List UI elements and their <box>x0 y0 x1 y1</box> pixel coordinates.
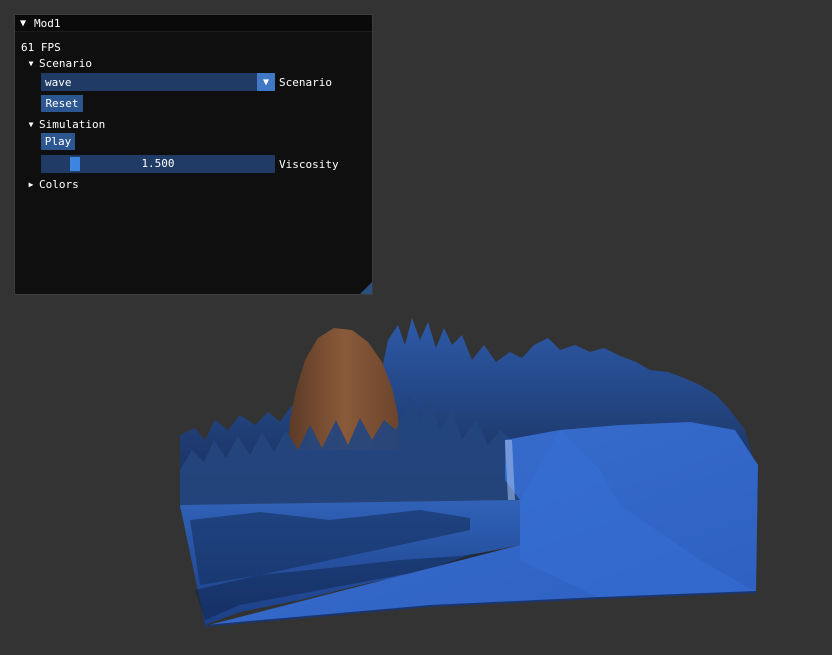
tree-node-label: Scenario <box>39 56 92 70</box>
tree-node-label: Simulation <box>39 117 106 131</box>
viscosity-value: 1.500 <box>141 157 175 170</box>
scenario-combo-label: Scenario <box>279 75 332 89</box>
tree-node-scenario[interactable]: ▼ Scenario <box>25 54 92 72</box>
triangle-down-icon: ▼ <box>28 58 34 68</box>
triangle-down-icon: ▼ <box>28 119 34 129</box>
tree-node-colors[interactable]: ▶ Colors <box>25 175 79 193</box>
resize-grip-icon[interactable] <box>360 282 372 294</box>
mod1-window[interactable]: ▼ Mod1 61 FPS ▼ Scenario wave ▼ Scenario… <box>14 14 373 295</box>
triangle-down-icon[interactable]: ▼ <box>20 15 32 32</box>
chevron-down-icon[interactable]: ▼ <box>257 73 275 91</box>
play-button[interactable]: Play <box>41 133 75 150</box>
tree-node-simulation[interactable]: ▼ Simulation <box>25 115 106 133</box>
viscosity-label: Viscosity <box>279 157 339 171</box>
window-title-bar[interactable]: ▼ Mod1 <box>15 15 372 32</box>
triangle-right-icon: ▶ <box>28 179 34 189</box>
viscosity-slider[interactable]: 1.500 <box>41 155 275 173</box>
window-title: Mod1 <box>34 16 61 30</box>
scenario-combo-value: wave <box>45 75 72 89</box>
scenario-combo[interactable]: wave ▼ <box>41 73 275 91</box>
tree-node-label: Colors <box>39 177 79 191</box>
reset-button[interactable]: Reset <box>41 95 83 112</box>
